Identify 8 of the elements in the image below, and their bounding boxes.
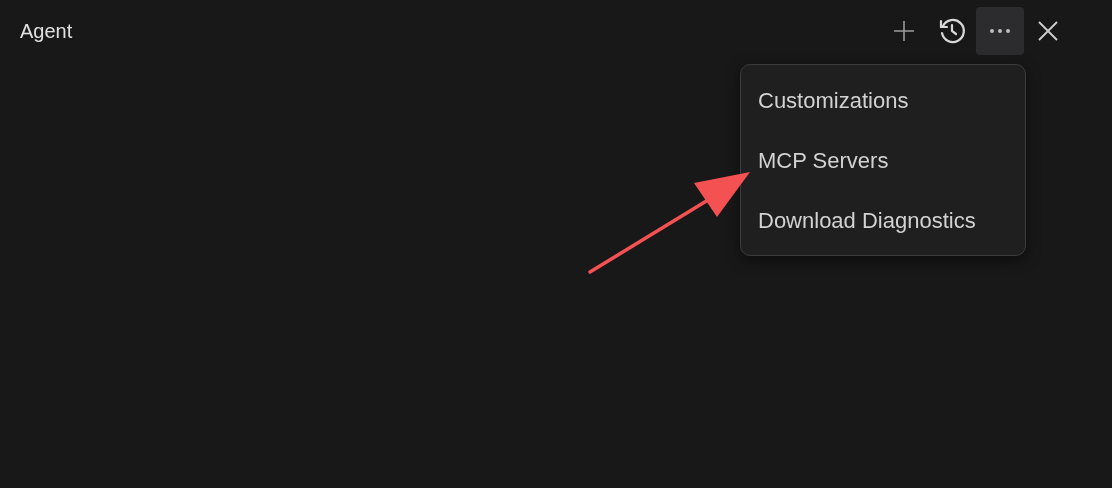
plus-icon — [892, 19, 916, 43]
menu-item[interactable]: Download Diagnostics — [741, 191, 1025, 251]
menu-item[interactable]: Customizations — [741, 71, 1025, 131]
menu-item[interactable]: MCP Servers — [741, 131, 1025, 191]
history-icon — [938, 17, 966, 45]
close-icon — [1037, 20, 1059, 42]
more-icon — [989, 28, 1011, 34]
panel-title: Agent — [20, 19, 74, 43]
